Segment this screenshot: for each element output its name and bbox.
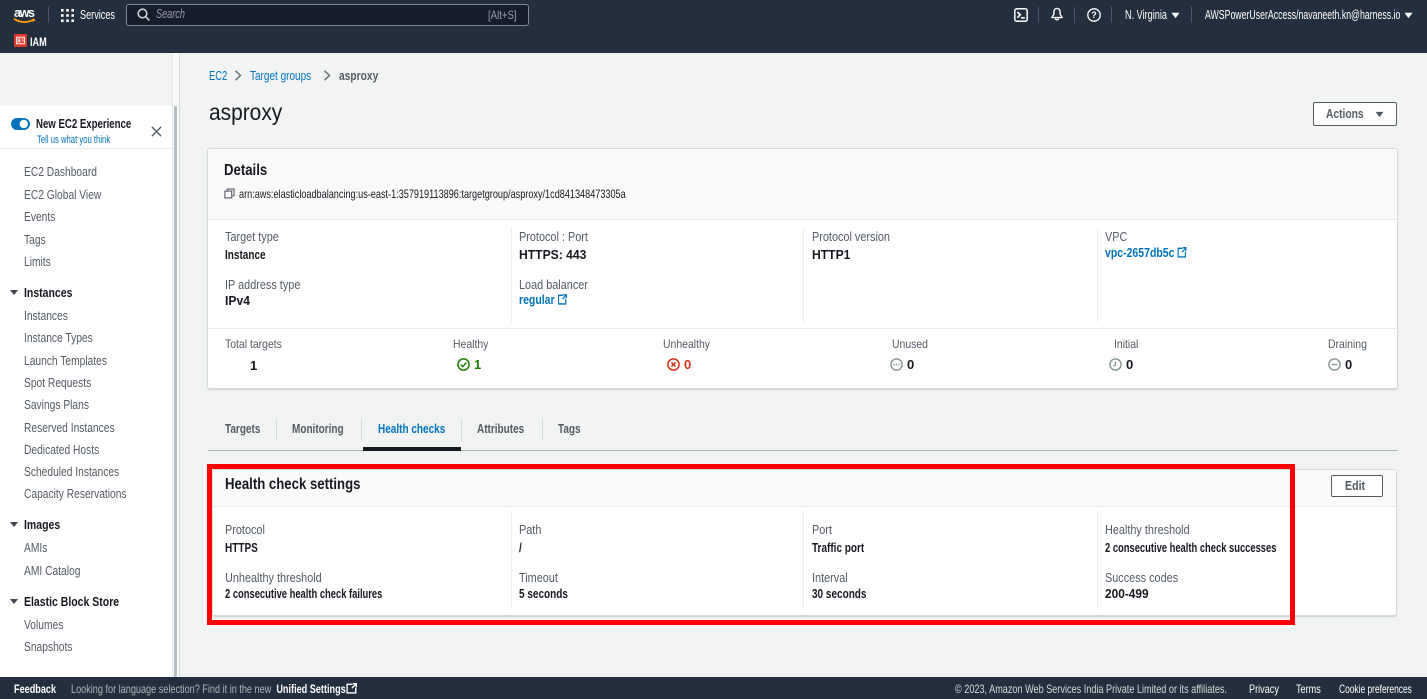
svg-text:?: ? bbox=[1091, 10, 1097, 20]
